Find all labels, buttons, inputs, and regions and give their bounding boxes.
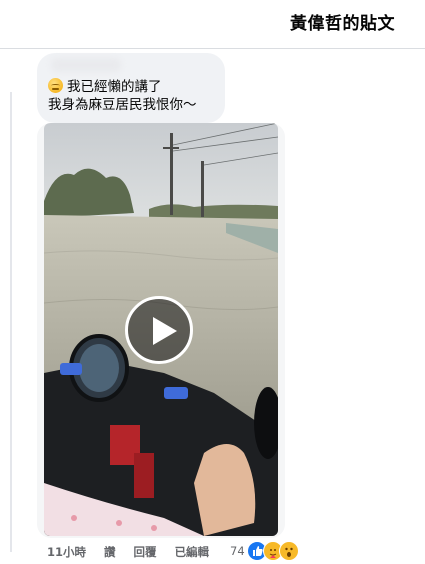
- reaction-count: 74: [230, 544, 245, 558]
- like-action[interactable]: 讚: [104, 545, 116, 559]
- edited-label[interactable]: 已編輯: [175, 545, 210, 559]
- comment-line1-text: 我已經懶的講了: [67, 79, 162, 95]
- comment-bubble: 我已經懶的講了 我身為麻豆居民我恨你～: [37, 53, 225, 123]
- post-header: 黃偉哲的貼文: [0, 0, 425, 49]
- relieved-face-emoji-icon: [48, 78, 63, 93]
- page-title: 黃偉哲的貼文: [290, 14, 395, 34]
- comment-text-line2: 我身為麻豆居民我恨你～: [48, 97, 197, 113]
- reaction-summary[interactable]: 74: [230, 541, 299, 561]
- comment-text-line1: 我已經懶的講了: [48, 78, 162, 96]
- thread-line: [10, 92, 12, 552]
- author-name-blurred[interactable]: [51, 58, 121, 72]
- video-attachment[interactable]: [37, 123, 285, 538]
- reply-action[interactable]: 回覆: [134, 545, 157, 559]
- comment-timestamp[interactable]: 11小時: [47, 545, 86, 559]
- play-button[interactable]: [125, 296, 193, 364]
- comment-actions: 11小時 讚 回覆 已編輯: [47, 544, 223, 560]
- wow-icon: [278, 541, 299, 561]
